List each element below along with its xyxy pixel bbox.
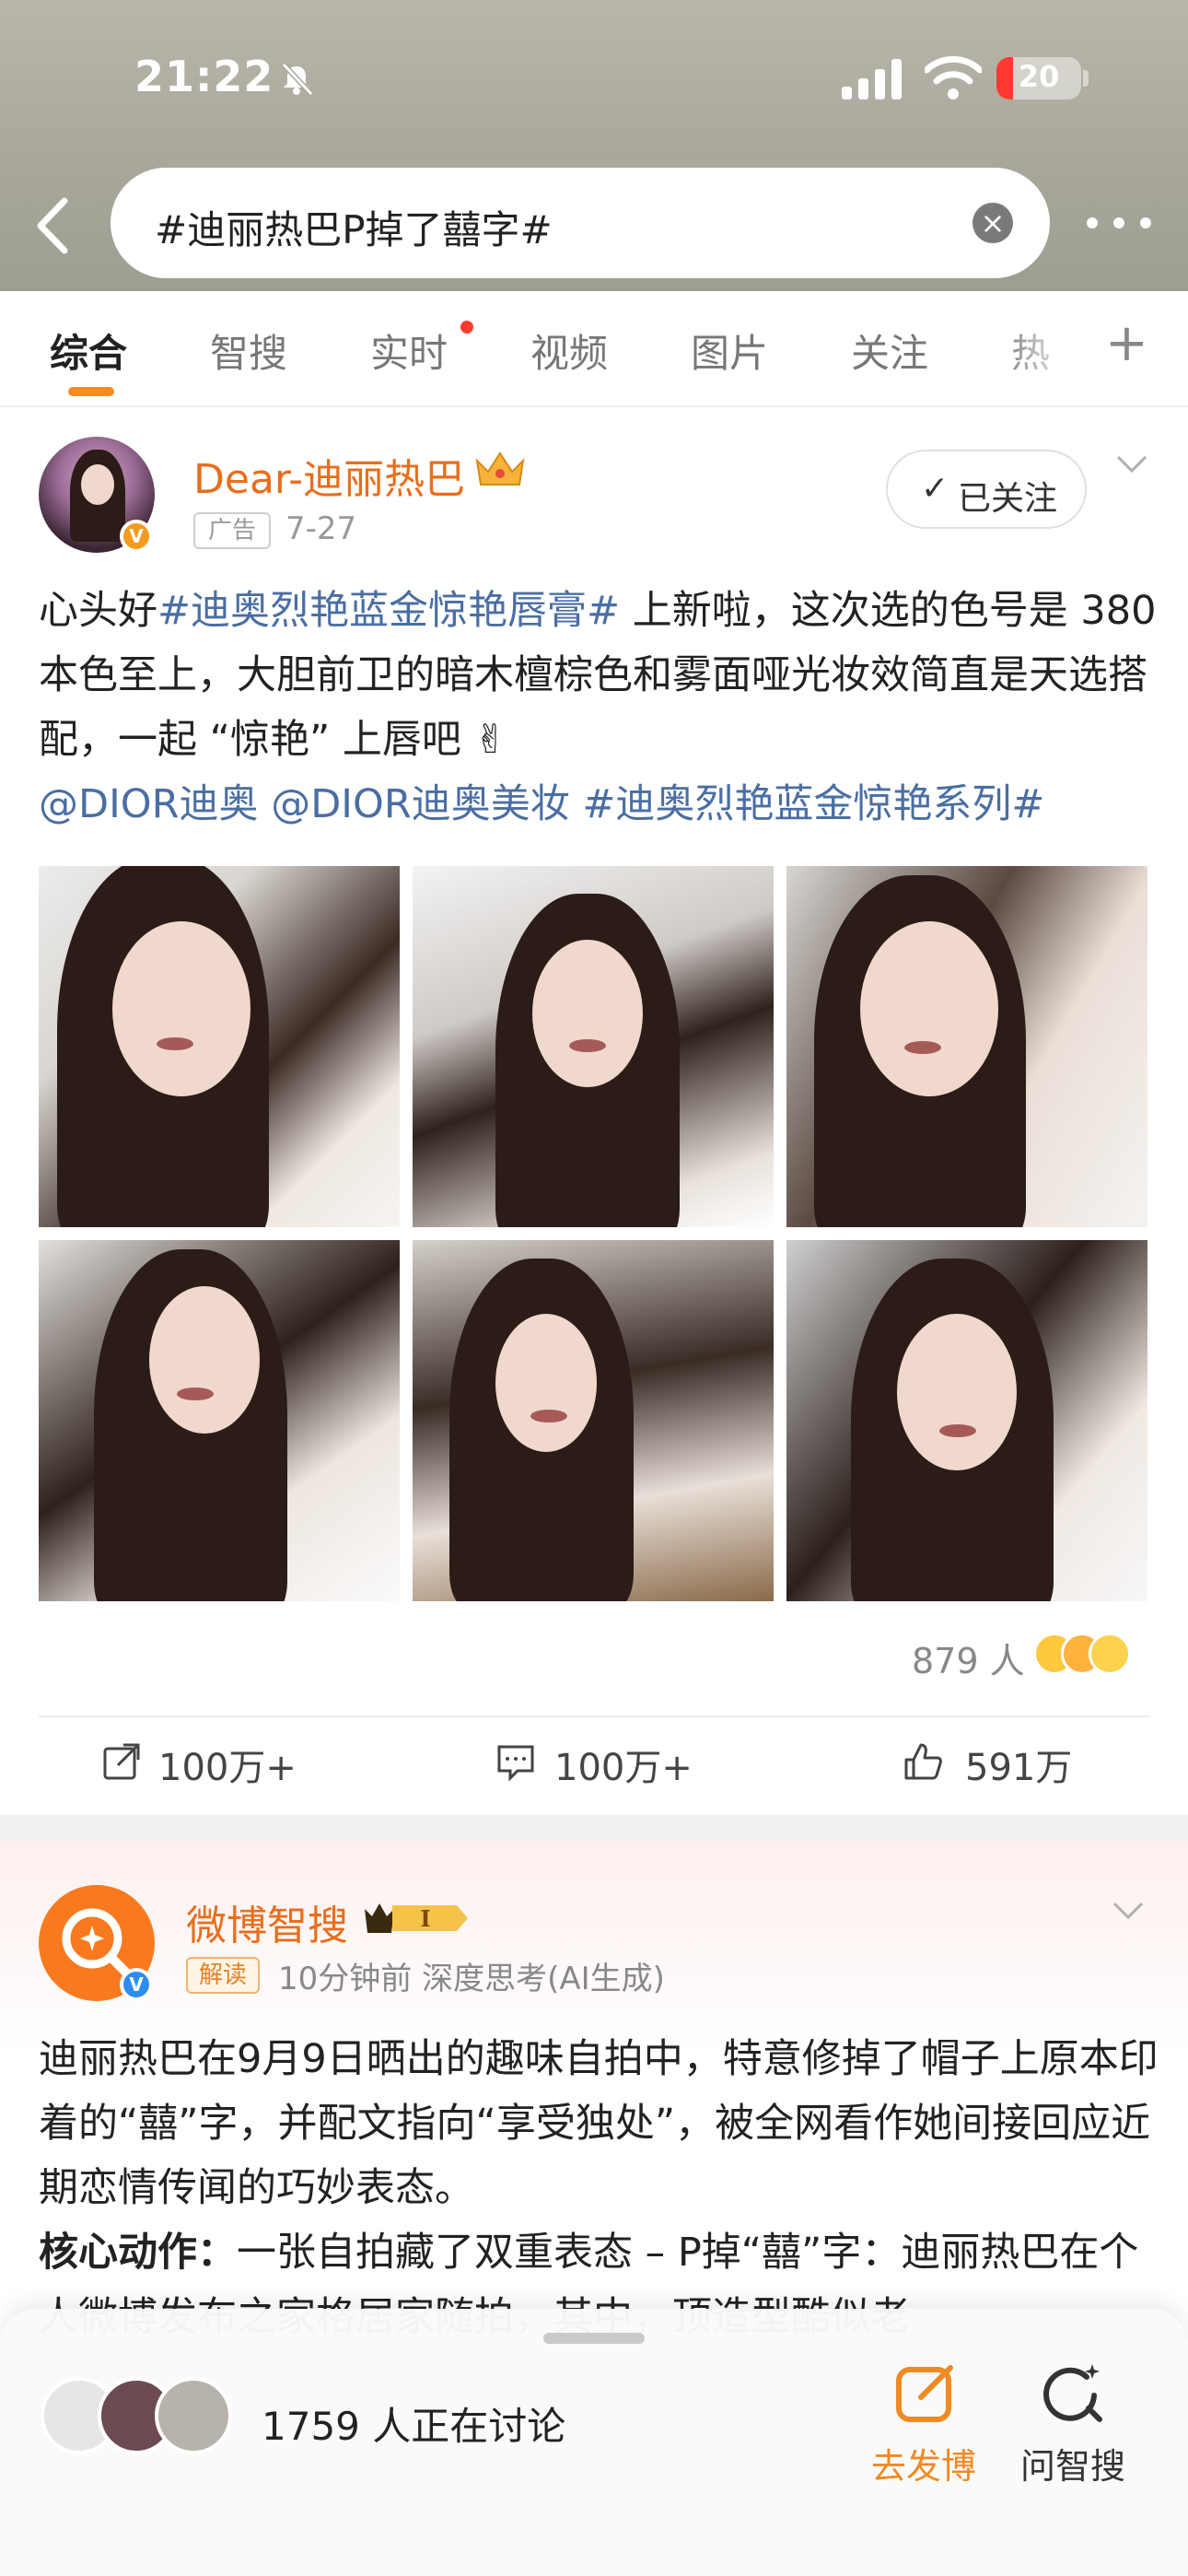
ask-smart-search-button[interactable]: 问智搜 [1020,2438,1125,2488]
repost-icon[interactable] [101,1741,142,1782]
post-image[interactable] [413,866,774,1227]
comment-count[interactable]: 100万+ [554,1738,693,1791]
crown-icon [475,451,525,486]
discussion-count[interactable]: 1759 人正在讨论 [262,2395,565,2452]
active-tab-indicator [68,387,114,396]
post-image[interactable] [413,1240,774,1601]
reaction-emoji-stack[interactable] [1033,1633,1144,1677]
mention-link[interactable]: @DIOR迪奥美妆 [271,781,570,827]
post-image[interactable] [786,866,1147,1227]
tab-images[interactable]: 图片 [691,322,768,379]
hashtag-link[interactable]: #迪奥烈艳蓝金惊艳唇膏# [157,588,620,634]
smart-search-icon[interactable] [1041,2360,1105,2425]
tab-video[interactable]: 视频 [530,322,608,379]
ai-post-body: 迪丽热巴在9月9日晒出的趣味自拍中，特意修掉了帽子上原本印着的“囍”字，并配文指… [39,2027,1162,2349]
verified-badge-icon: V [120,520,153,553]
mention-link[interactable]: @DIOR迪奥 [39,781,259,827]
battery-percent: 20 [1018,59,1060,94]
realtime-new-dot [460,321,473,334]
comment-icon[interactable] [495,1741,536,1782]
battery-tip [1083,70,1089,87]
drag-handle[interactable] [543,2333,645,2344]
following-button[interactable]: ✓ 已关注 [886,450,1087,529]
post-image[interactable] [39,1240,400,1601]
like-icon[interactable] [903,1741,943,1782]
post-body: 心头好#迪奥烈艳蓝金惊艳唇膏# 上新啦，这次选的色号是 380 本色至上，大胆前… [39,579,1162,837]
feed-separator [0,1815,1188,1841]
paragraph: 迪丽热巴在9月9日晒出的趣味自拍中，特意修掉了帽子上原本印着的“囍”字，并配文指… [39,2036,1159,2211]
ad-tag: 广告 [193,512,271,549]
verified-badge-icon: V [120,1968,153,2001]
post-image[interactable] [39,866,400,1227]
wifi-icon [925,55,982,100]
tab-comprehensive[interactable]: 综合 [50,322,127,379]
bold-heading: 核心动作： [39,2230,237,2276]
silent-bell-icon [281,62,314,97]
post-date: 7-27 [285,510,357,547]
tab-fade [995,291,1096,405]
compose-icon[interactable] [893,2360,958,2425]
hashtag-link[interactable]: #迪奥烈艳蓝金惊艳系列# [582,781,1044,827]
clear-search-icon[interactable]: × [973,203,1013,243]
interpretation-tag: 解读 [186,1957,260,1994]
compose-button[interactable]: 去发博 [871,2438,976,2488]
chevron-down-icon[interactable] [1116,455,1147,474]
follow-label: 已关注 [958,480,1058,518]
status-time: 21:22 [134,52,274,101]
surprise-emoji-icon [1089,1633,1131,1675]
search-query: #迪丽热巴P掉了囍字# [155,207,553,252]
author-name[interactable]: Dear-迪丽热巴 [193,446,465,505]
more-options-icon[interactable] [1087,208,1151,236]
search-input[interactable]: #迪丽热巴P掉了囍字# × [111,168,1050,278]
chevron-down-icon[interactable] [1112,1902,1144,1920]
battery-indicator: 20 [996,57,1081,100]
like-count[interactable]: 591万 [965,1738,1072,1791]
vip-level-badge-icon: I [365,1903,468,1933]
reactions-count[interactable]: 879 人 [912,1633,1025,1683]
author-name[interactable]: 微博智搜 [186,1892,348,1951]
repost-count[interactable]: 100万+ [158,1738,297,1791]
back-arrow-icon[interactable] [28,193,83,258]
tab-realtime[interactable]: 实时 [370,322,448,379]
post-image[interactable] [786,1240,1147,1601]
participant-avatar [155,2377,232,2454]
divider [39,1715,1149,1717]
tab-smart-search[interactable]: 智搜 [210,322,287,379]
post-text-intro: 心头好 [39,588,157,634]
cellular-signal-icon [842,59,902,100]
add-tab-icon[interactable]: + [1105,313,1148,373]
tab-following[interactable]: 关注 [851,322,928,379]
svg-text:I: I [420,1905,430,1932]
post-meta: 10分钟前 深度思考(AI生成) [278,1961,665,1997]
check-icon: ✓ [921,470,949,508]
